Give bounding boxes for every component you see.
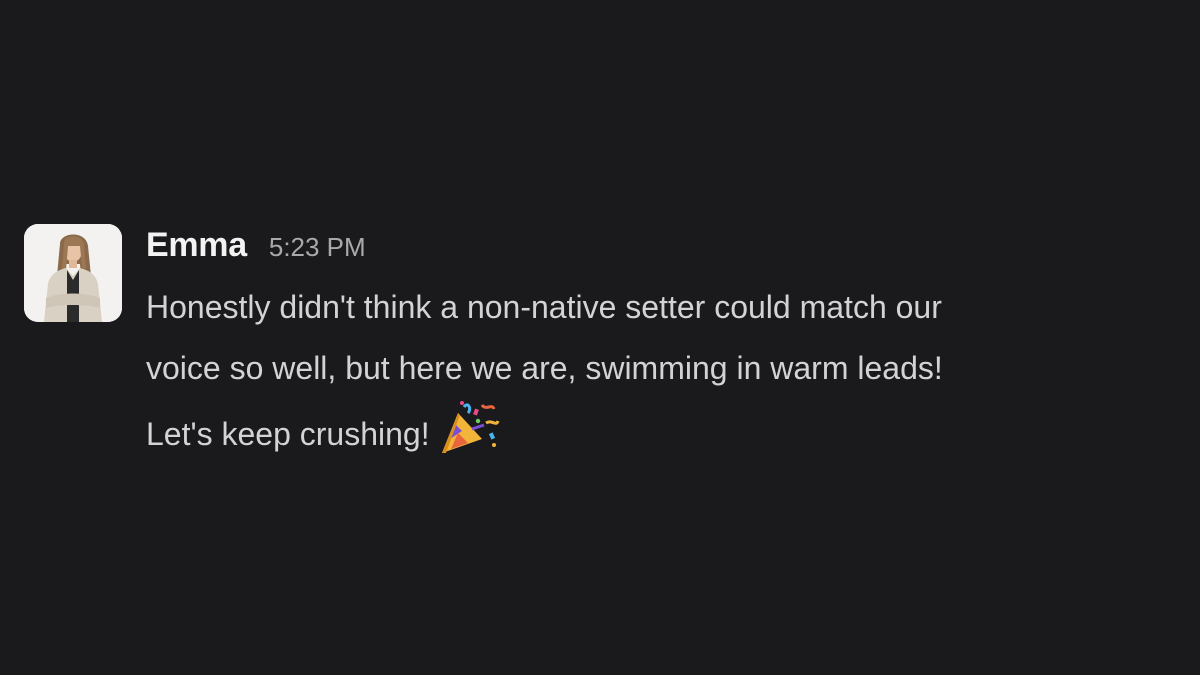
message-line: Honestly didn't think a non-native sette… (146, 289, 942, 325)
message-content: Emma 5:23 PM Honestly didn't think a non… (146, 224, 1184, 465)
author-name[interactable]: Emma (146, 226, 247, 265)
avatar[interactable] (24, 224, 122, 322)
message-line-text: voice so well, but here we are, swimming… (146, 350, 943, 386)
chat-message: Emma 5:23 PM Honestly didn't think a non… (24, 224, 1184, 465)
message-timestamp[interactable]: 5:23 PM (269, 232, 366, 263)
message-line-text: Let's keep crushing! (146, 416, 430, 452)
party-popper-icon (438, 399, 500, 457)
message-line: Let's keep crushing! (146, 399, 1176, 465)
message-body: Honestly didn't think a non-native sette… (146, 277, 1176, 465)
avatar-photo (24, 224, 122, 322)
message-header: Emma 5:23 PM (146, 226, 1184, 272)
message-line: voice so well, but here we are, swimming… (146, 338, 1176, 399)
